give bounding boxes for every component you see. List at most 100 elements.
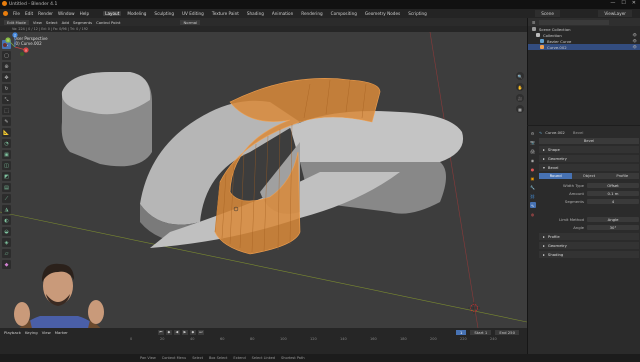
tab-sculpting[interactable]: Sculpting (152, 11, 176, 16)
scale-icon[interactable]: ⤡ (2, 95, 11, 104)
navigation-gizmo[interactable]: X Y Z (0, 32, 30, 62)
prev-key-icon[interactable]: ◆ (165, 329, 172, 335)
view-layer-selector[interactable]: ViewLayer (598, 10, 632, 17)
minimize-button[interactable]: — (610, 0, 615, 6)
menu-edit[interactable]: Edit (25, 11, 33, 16)
shrink-icon[interactable]: ◈ (2, 238, 11, 247)
current-frame-field[interactable]: 1 (455, 329, 467, 335)
annotate-icon[interactable]: ✎ (2, 117, 11, 126)
pan-hand-icon[interactable]: ✋ (516, 83, 524, 91)
outliner-row-label: Bezier Curve (547, 38, 572, 44)
menu-file[interactable]: File (13, 11, 20, 16)
inset-icon[interactable]: ◫ (2, 161, 11, 170)
end-frame-field[interactable]: End 250 (495, 329, 519, 335)
camera-view-icon[interactable]: 🎥 (516, 94, 524, 102)
start-frame-field[interactable]: Start 1 (470, 329, 492, 335)
select-menu[interactable]: Select (46, 20, 58, 25)
bevel-mode-profile[interactable]: Profile (605, 173, 639, 179)
panel-bevel[interactable]: ▾ Bevel (539, 164, 639, 171)
add-curve-icon[interactable]: ◔ (2, 139, 11, 148)
datablock-selector[interactable]: Bevel (539, 138, 639, 144)
outliner-search[interactable] (539, 19, 610, 25)
poly-build-icon[interactable]: ◮ (2, 205, 11, 214)
angle-field[interactable]: 30° (587, 224, 639, 230)
subpanel-geometry[interactable]: ▸ Geometry (539, 242, 639, 249)
play-icon[interactable]: ▶ (181, 329, 188, 335)
visibility-eye-icon[interactable]: 👁 (633, 33, 637, 37)
smooth-icon[interactable]: ◒ (2, 227, 11, 236)
transform-orientation-selector[interactable]: Normal (180, 19, 201, 25)
panel-label: Geometry (547, 243, 567, 248)
tab-layout[interactable]: Layout (103, 11, 122, 16)
material-tab-icon[interactable]: ◍ (530, 211, 536, 217)
modifier-tab-icon[interactable]: 🔧 (530, 184, 536, 190)
segments-field[interactable]: 4 (587, 198, 639, 204)
control-point-menu[interactable]: Control Point (96, 20, 120, 25)
object-tab-icon[interactable]: ▣ (530, 175, 536, 181)
tab-rendering[interactable]: Rendering (299, 11, 324, 16)
extrude-icon[interactable]: ▣ (2, 150, 11, 159)
width-type-dropdown[interactable]: Offset (587, 182, 639, 188)
limit-method-dropdown[interactable]: Angle (587, 216, 639, 222)
tab-scripting[interactable]: Scripting (406, 11, 429, 16)
transform-icon[interactable]: ⬚ (2, 106, 11, 115)
move-icon[interactable]: ✥ (2, 73, 11, 82)
visibility-eye-icon[interactable]: 👁 (633, 39, 637, 43)
render-tab-icon[interactable]: 📷 (530, 139, 536, 145)
tab-shading[interactable]: Shading (245, 11, 266, 16)
amount-field[interactable]: 0.1 m (587, 190, 639, 196)
marker-menu[interactable]: Marker (55, 330, 68, 335)
output-tab-icon[interactable]: 🖨 (530, 148, 536, 154)
tab-uv-editing[interactable]: UV Editing (180, 11, 206, 16)
close-button[interactable]: ✕ (632, 0, 636, 6)
menu-help[interactable]: Help (80, 11, 90, 16)
filter-icon[interactable]: ☰ (532, 20, 535, 25)
tab-texture-paint[interactable]: Texture Paint (210, 11, 241, 16)
segments-menu[interactable]: Segments (73, 20, 92, 25)
field-label: Width Type (563, 182, 584, 188)
blender-menu-icon[interactable] (3, 11, 8, 16)
next-key-icon[interactable]: ◆ (189, 329, 196, 335)
scene-selector[interactable]: Scene (535, 10, 560, 17)
curve-data-tab-icon[interactable]: ∿ (529, 202, 536, 208)
mode-selector[interactable]: Edit Mode (4, 19, 29, 25)
view-menu-timeline[interactable]: View (42, 330, 51, 335)
view-menu[interactable]: View (33, 20, 42, 25)
subpanel-profile[interactable]: ▸ Profile (539, 233, 639, 240)
keying-menu[interactable]: Keying (25, 330, 38, 335)
zoom-icon[interactable]: 🔍 (516, 72, 524, 80)
tab-compositing[interactable]: Compositing (329, 11, 359, 16)
bevel-mode-round[interactable]: Round (539, 173, 573, 179)
panel-shape[interactable]: ▸ Shape (539, 146, 639, 153)
world-tab-icon[interactable]: ● (530, 166, 536, 172)
constraint-tab-icon[interactable]: ⛓ (530, 193, 536, 199)
jump-end-icon[interactable]: ⏭ (197, 329, 204, 335)
menu-window[interactable]: Window (58, 11, 75, 16)
grid-icon[interactable]: ▦ (516, 105, 524, 113)
tool-tab-icon[interactable]: ⚙ (530, 130, 536, 136)
menu-render[interactable]: Render (38, 11, 53, 16)
tick-label: 100 (280, 337, 287, 341)
bevel-mode-object[interactable]: Object (572, 173, 606, 179)
timeline-ruler[interactable]: 0 20 40 60 80 100 120 140 160 180 200 22… (0, 337, 527, 345)
tab-animation[interactable]: Animation (270, 11, 295, 16)
cursor-3d-icon[interactable]: ⊕ (2, 62, 11, 71)
panel-geometry[interactable]: ▸ Geometry (539, 155, 639, 162)
add-menu[interactable]: Add (62, 20, 69, 25)
visibility-eye-icon[interactable]: 👁 (633, 45, 637, 49)
subpanel-shading[interactable]: ▸ Shading (539, 251, 639, 258)
knife-icon[interactable]: ⟋ (2, 194, 11, 203)
tab-geometry-nodes[interactable]: Geometry Nodes (363, 11, 402, 16)
jump-start-icon[interactable]: ⏮ (157, 329, 164, 335)
measure-icon[interactable]: 📐 (2, 128, 11, 137)
rotate-icon[interactable]: ↻ (2, 84, 11, 93)
bevel-icon[interactable]: ◩ (2, 172, 11, 181)
outliner-row-curve-002[interactable]: Curve.002 👁 (528, 44, 640, 50)
play-reverse-icon[interactable]: ◀ (173, 329, 180, 335)
loop-cut-icon[interactable]: ▤ (2, 183, 11, 192)
maximize-button[interactable]: ☐ (621, 0, 625, 6)
tab-modeling[interactable]: Modeling (125, 11, 148, 16)
spin-icon[interactable]: ◐ (2, 216, 11, 225)
playback-menu[interactable]: Playback (4, 330, 21, 335)
scene-tab-icon[interactable]: ◉ (530, 157, 536, 163)
